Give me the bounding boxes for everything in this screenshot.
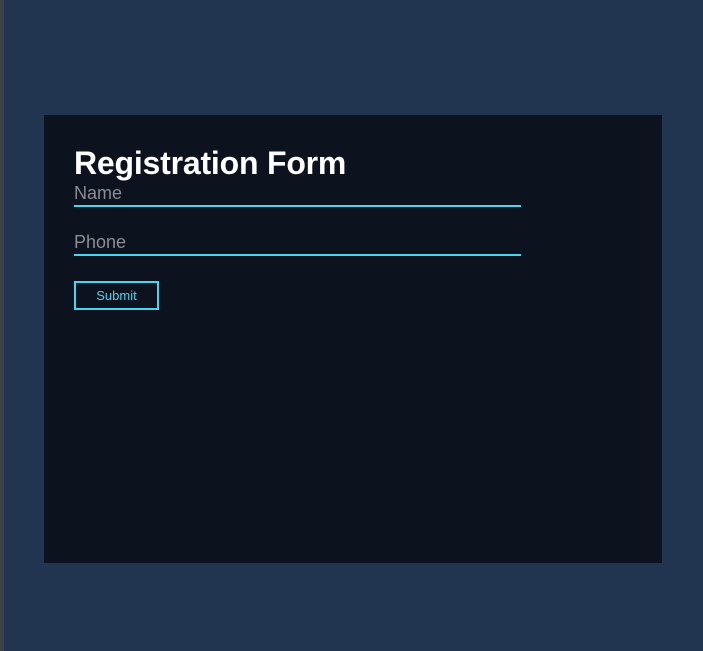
registration-form-panel: Registration Form Submit [44,115,662,563]
phone-input[interactable] [74,230,521,256]
window-left-edge [0,0,4,651]
name-input[interactable] [74,181,521,207]
form-title: Registration Form [74,145,347,181]
submit-button[interactable]: Submit [74,281,159,310]
